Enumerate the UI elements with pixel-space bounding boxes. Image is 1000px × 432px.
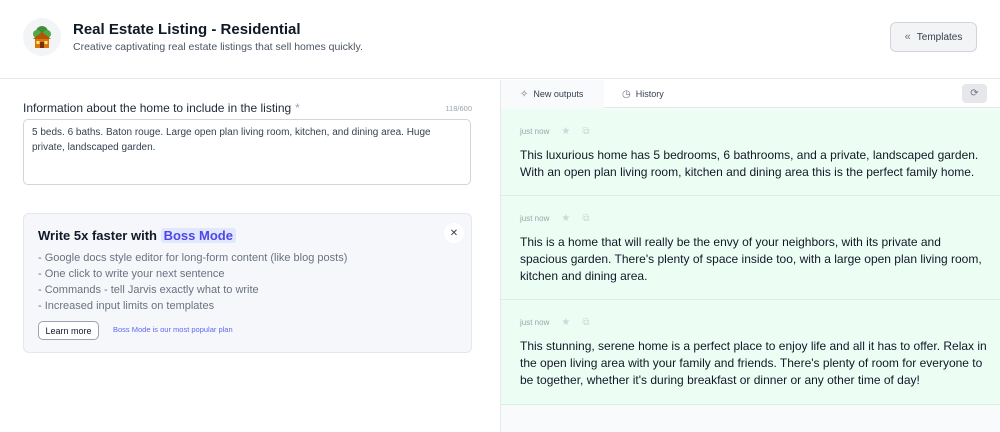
boss-mode-highlight: Boss Mode: [160, 228, 236, 243]
chevrons-left-icon: «: [904, 31, 911, 43]
boss-mode-title-prefix: Write 5x faster with: [38, 228, 157, 243]
page-subtitle: Creative captivating real estate listing…: [73, 41, 363, 53]
boss-mode-card: Write 5x faster with Boss Mode ✕ - Googl…: [23, 213, 472, 353]
char-count: 118/600: [445, 104, 472, 113]
page-title: Real Estate Listing - Residential: [73, 21, 301, 38]
clock-icon: ◷: [622, 88, 631, 100]
output-item: just now ★ ⧉ This stunning, serene home …: [501, 300, 1000, 405]
output-meta: just now ★ ⧉: [520, 212, 589, 224]
input-panel: Information about the home to include in…: [0, 80, 500, 432]
output-text: This stunning, serene home is a perfect …: [520, 339, 987, 387]
output-meta: just now ★ ⧉: [520, 125, 589, 137]
copy-icon[interactable]: ⧉: [582, 213, 589, 224]
learn-more-button[interactable]: Learn more: [38, 321, 99, 340]
feature-item: - Commands - tell Jarvis exactly what to…: [38, 284, 259, 296]
boss-mode-title: Write 5x faster with Boss Mode: [38, 228, 236, 243]
star-icon[interactable]: ★: [561, 126, 570, 137]
copy-icon[interactable]: ⧉: [582, 317, 589, 328]
tab-history[interactable]: ◷ History: [622, 80, 664, 108]
boss-mode-note: Boss Mode is our most popular plan: [113, 325, 233, 334]
output-text: This is a home that will really be the e…: [520, 235, 982, 283]
tab-label: History: [635, 89, 664, 99]
tab-new-outputs[interactable]: ✧ New outputs: [501, 80, 604, 108]
output-item: just now ★ ⧉ This is a home that will re…: [501, 196, 1000, 300]
output-text: This luxurious home has 5 bedrooms, 6 ba…: [520, 148, 979, 179]
boss-mode-features: - Google docs style editor for long-form…: [38, 250, 347, 314]
star-icon[interactable]: ★: [561, 317, 570, 328]
required-mark: *: [295, 101, 300, 115]
feature-item: - Google docs style editor for long-form…: [38, 252, 348, 264]
templates-button[interactable]: « Templates: [890, 22, 977, 52]
outputs-panel: ✧ New outputs ◷ History ⟳ just now ★ ⧉ T…: [500, 80, 1000, 432]
copy-icon[interactable]: ⧉: [582, 126, 589, 137]
output-timestamp: just now: [520, 317, 550, 327]
sparkle-icon: ✧: [520, 88, 529, 100]
output-meta: just now ★ ⧉: [520, 316, 589, 328]
star-icon[interactable]: ★: [561, 213, 570, 224]
outputs-tabs: ✧ New outputs ◷ History ⟳: [501, 80, 1000, 108]
close-icon[interactable]: ✕: [444, 223, 464, 243]
output-item: just now ★ ⧉ This luxurious home has 5 b…: [501, 109, 1000, 196]
output-timestamp: just now: [520, 126, 550, 136]
templates-button-label: Templates: [916, 31, 963, 43]
tab-label: New outputs: [533, 89, 584, 99]
feature-item: - Increased input limits on templates: [38, 300, 215, 312]
house-icon: [23, 18, 61, 56]
refresh-button[interactable]: ⟳: [962, 84, 987, 103]
home-info-input[interactable]: 5 beds. 6 baths. Baton rouge. Large open…: [23, 119, 471, 185]
refresh-icon: ⟳: [970, 88, 979, 99]
feature-item: - One click to write your next sentence: [38, 268, 225, 280]
field-label-text: Information about the home to include in…: [23, 101, 292, 115]
page-header: Real Estate Listing - Residential Creati…: [0, 0, 1000, 79]
output-timestamp: just now: [520, 213, 550, 223]
field-label: Information about the home to include in…: [23, 101, 300, 115]
